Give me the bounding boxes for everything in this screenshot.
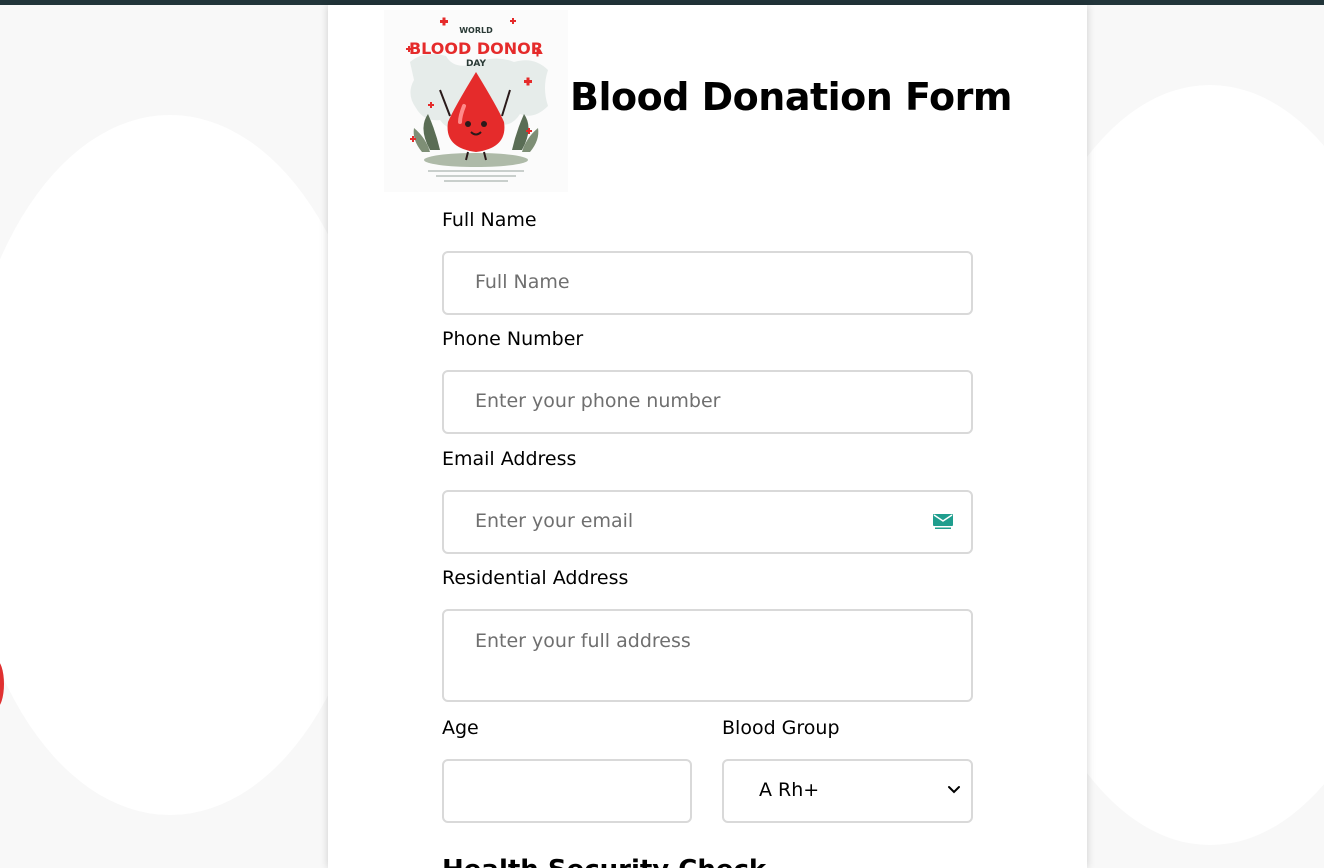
address-textarea[interactable]: Enter your full address <box>442 609 973 702</box>
age-input[interactable] <box>442 759 692 823</box>
blood-group-label: Blood Group <box>722 717 840 739</box>
email-placeholder: Enter your email <box>475 510 634 532</box>
full-name-input[interactable]: Full Name <box>442 251 973 315</box>
age-label: Age <box>442 717 479 739</box>
form-card: WORLD BLOOD DONOR DAY Blood Donation For… <box>328 5 1087 868</box>
blood-donor-day-logo: WORLD BLOOD DONOR DAY <box>384 10 568 192</box>
full-name-label: Full Name <box>442 209 537 231</box>
page-title: Blood Donation Form <box>570 75 1012 119</box>
address-placeholder: Enter your full address <box>475 630 691 652</box>
background-blob-left <box>0 115 380 815</box>
full-name-placeholder: Full Name <box>475 271 570 293</box>
logo-day-text: DAY <box>466 59 487 69</box>
email-input[interactable]: Enter your email <box>442 490 973 554</box>
blood-group-selected: A Rh+ <box>759 779 820 801</box>
address-label: Residential Address <box>442 567 629 589</box>
health-check-heading: Health Security Check <box>442 855 766 868</box>
phone-label: Phone Number <box>442 328 584 350</box>
logo-world-text: WORLD <box>459 26 493 35</box>
envelope-icon[interactable] <box>933 514 953 530</box>
phone-placeholder: Enter your phone number <box>475 390 721 412</box>
chevron-down-icon <box>948 786 960 794</box>
logo-blood-donor-text: BLOOD DONOR <box>409 39 543 58</box>
blood-group-select[interactable]: A Rh+ <box>722 759 973 823</box>
phone-input[interactable]: Enter your phone number <box>442 370 973 434</box>
email-label: Email Address <box>442 448 577 470</box>
